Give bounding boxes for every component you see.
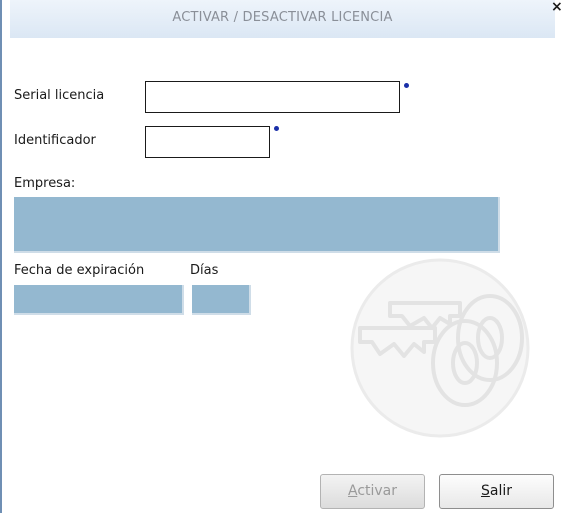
empresa-label: Empresa: (14, 176, 76, 191)
dias-label: Días (190, 263, 219, 278)
identificador-label: Identificador (14, 133, 96, 148)
fecha-value (14, 285, 184, 315)
salir-button[interactable]: Salir (439, 474, 554, 509)
dias-value (192, 285, 251, 315)
identificador-input[interactable] (145, 126, 270, 158)
activar-label-rest: ctivar (357, 483, 398, 499)
activar-mnemonic: A (347, 483, 358, 499)
activar-button[interactable]: Activar (320, 474, 425, 509)
keys-watermark-icon (350, 258, 530, 438)
salir-label-rest: alir (489, 483, 512, 499)
required-dot-icon (274, 126, 279, 131)
fecha-label: Fecha de expiración (14, 263, 145, 278)
salir-mnemonic: S (480, 483, 490, 499)
serial-label: Serial licencia (14, 88, 105, 103)
required-dot-icon (404, 83, 409, 88)
serial-input[interactable] (145, 81, 400, 113)
close-icon[interactable]: × (551, 0, 563, 14)
license-dialog: ACTIVAR / DESACTIVAR LICENCIA × Serial l… (0, 0, 563, 513)
dialog-title: ACTIVAR / DESACTIVAR LICENCIA (172, 10, 393, 25)
title-bar: ACTIVAR / DESACTIVAR LICENCIA (10, 0, 555, 38)
empresa-value (14, 197, 500, 253)
